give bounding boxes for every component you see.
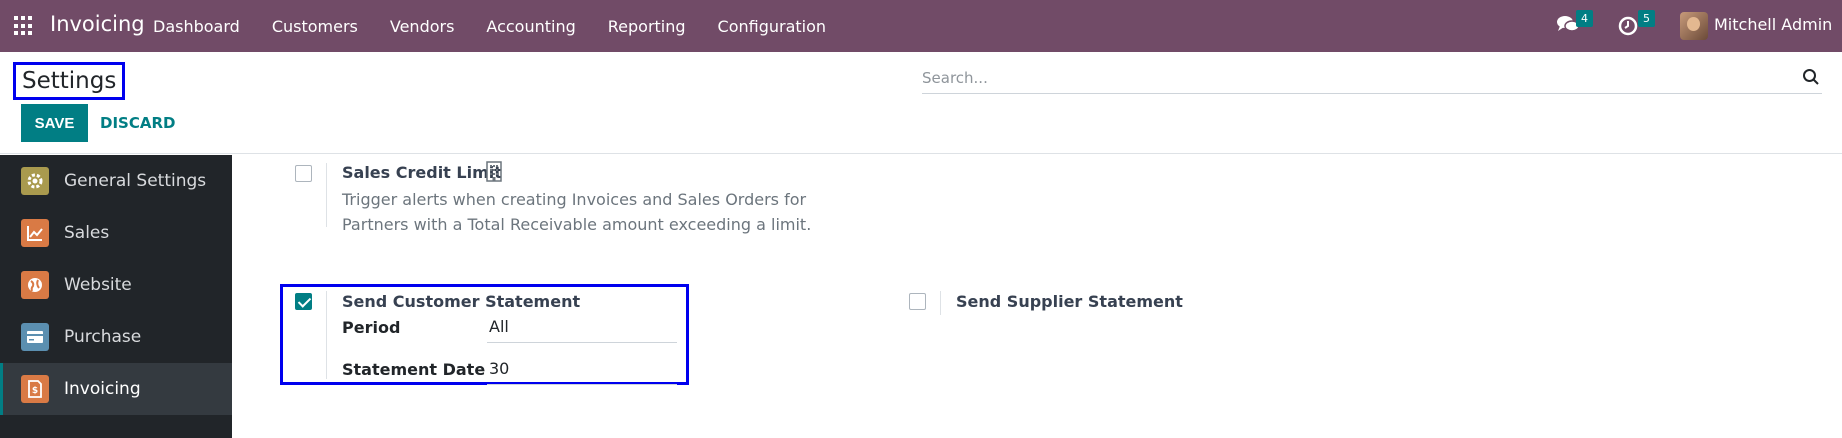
sidebar-item-website[interactable]: Website: [0, 259, 232, 311]
activities-button[interactable]: 5: [1618, 10, 1655, 40]
settings-content: Sales Credit Limit Trigger alerts when c…: [232, 155, 1842, 438]
gear-icon: [21, 167, 49, 195]
period-label: Period: [342, 318, 401, 337]
search-bar: [922, 62, 1822, 94]
page-title: Settings: [13, 62, 126, 100]
send-supplier-statement-checkbox[interactable]: [909, 293, 926, 310]
sidebar-item-sales[interactable]: Sales: [0, 207, 232, 259]
menu-customers[interactable]: Customers: [272, 17, 358, 36]
sales-credit-limit-checkbox[interactable]: [295, 165, 312, 182]
sidebar-item-label: Invoicing: [64, 379, 141, 399]
save-button[interactable]: SAVE: [21, 104, 88, 142]
user-menu[interactable]: Mitchell Admin: [1714, 15, 1832, 34]
settings-sidebar: General Settings Sales Website Purchase …: [0, 155, 232, 438]
sales-credit-limit-title: Sales Credit Limit: [342, 163, 502, 182]
card-icon: [21, 323, 49, 351]
user-avatar[interactable]: [1680, 12, 1708, 40]
clock-icon: [1618, 16, 1638, 36]
sidebar-item-general-settings[interactable]: General Settings: [0, 155, 232, 207]
messages-badge: 4: [1576, 10, 1593, 27]
period-select[interactable]: All: [487, 315, 677, 343]
discard-button[interactable]: DISCARD: [100, 104, 175, 142]
statement-date-label: Statement Date: [342, 360, 486, 379]
menu-configuration[interactable]: Configuration: [718, 17, 827, 36]
svg-text:$: $: [32, 386, 38, 396]
menu-dashboard[interactable]: Dashboard: [153, 17, 240, 36]
divider: [326, 163, 327, 227]
activities-badge: 5: [1638, 10, 1655, 27]
invoice-icon: $: [21, 375, 49, 403]
divider: [326, 291, 327, 379]
company-building-icon: [486, 161, 502, 182]
app-name[interactable]: Invoicing: [50, 12, 145, 36]
menu-accounting[interactable]: Accounting: [486, 17, 575, 36]
menu-reporting[interactable]: Reporting: [608, 17, 686, 36]
apps-menu-icon[interactable]: [14, 16, 34, 36]
send-customer-statement-title: Send Customer Statement: [342, 292, 581, 311]
send-supplier-statement-title: Send Supplier Statement: [956, 292, 1183, 311]
sales-credit-limit-description: Trigger alerts when creating Invoices an…: [342, 190, 812, 234]
divider: [940, 291, 941, 315]
sidebar-item-label: Website: [64, 275, 132, 295]
control-panel: Settings SAVE DISCARD: [0, 52, 1842, 154]
menu-vendors[interactable]: Vendors: [390, 17, 455, 36]
statement-date-input[interactable]: 30: [487, 357, 677, 385]
search-icon[interactable]: [1802, 68, 1820, 86]
sidebar-item-label: Purchase: [64, 327, 142, 347]
sidebar-item-label: General Settings: [64, 171, 207, 191]
sidebar-item-purchase[interactable]: Purchase: [0, 311, 232, 363]
send-customer-statement-checkbox[interactable]: [295, 293, 312, 310]
messages-button[interactable]: 4: [1556, 10, 1593, 40]
search-input[interactable]: [922, 66, 1782, 90]
sidebar-item-label: Sales: [64, 223, 110, 243]
main-menu: Dashboard Customers Vendors Accounting R…: [153, 0, 858, 52]
globe-icon: [21, 271, 49, 299]
sidebar-item-invoicing[interactable]: $ Invoicing: [0, 363, 232, 415]
top-navbar: Invoicing Dashboard Customers Vendors Ac…: [0, 0, 1842, 52]
chart-icon: [21, 219, 49, 247]
